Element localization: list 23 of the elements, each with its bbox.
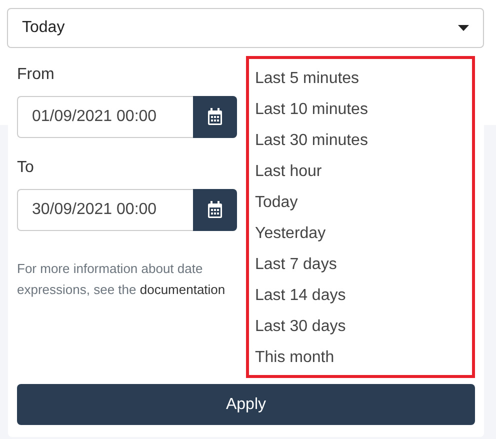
documentation-link[interactable]: documentation [140,282,226,297]
calendar-button[interactable] [193,189,237,231]
range-option[interactable]: Last 7 days [255,249,466,280]
field-label: From [17,66,56,84]
field-label: To [17,159,35,177]
calendar-icon [207,108,223,126]
range-option[interactable]: Last 30 days [255,311,466,342]
range-option[interactable]: Last hour [255,156,466,187]
range-option[interactable]: Last 14 days [255,280,466,311]
range-option[interactable]: This month [255,342,466,373]
date-field[interactable]: 01/09/2021 00:00 [17,96,193,138]
range-select[interactable]: Today [7,8,484,48]
caret-icon [458,25,469,31]
range-option[interactable]: Today [255,187,466,218]
range-option[interactable]: Last 30 minutes [255,125,466,156]
calendar-button[interactable] [193,96,237,138]
date-field[interactable]: 30/09/2021 00:00 [17,189,193,231]
apply-button[interactable]: Apply [17,384,475,425]
range-option[interactable]: Yesterday [255,218,466,249]
calendar-icon [207,201,223,219]
range-option[interactable]: Last 10 minutes [255,94,466,125]
help-text: For more information about date expressions, see the documentation [17,260,226,299]
range-option[interactable]: Last 5 minutes [255,63,466,94]
